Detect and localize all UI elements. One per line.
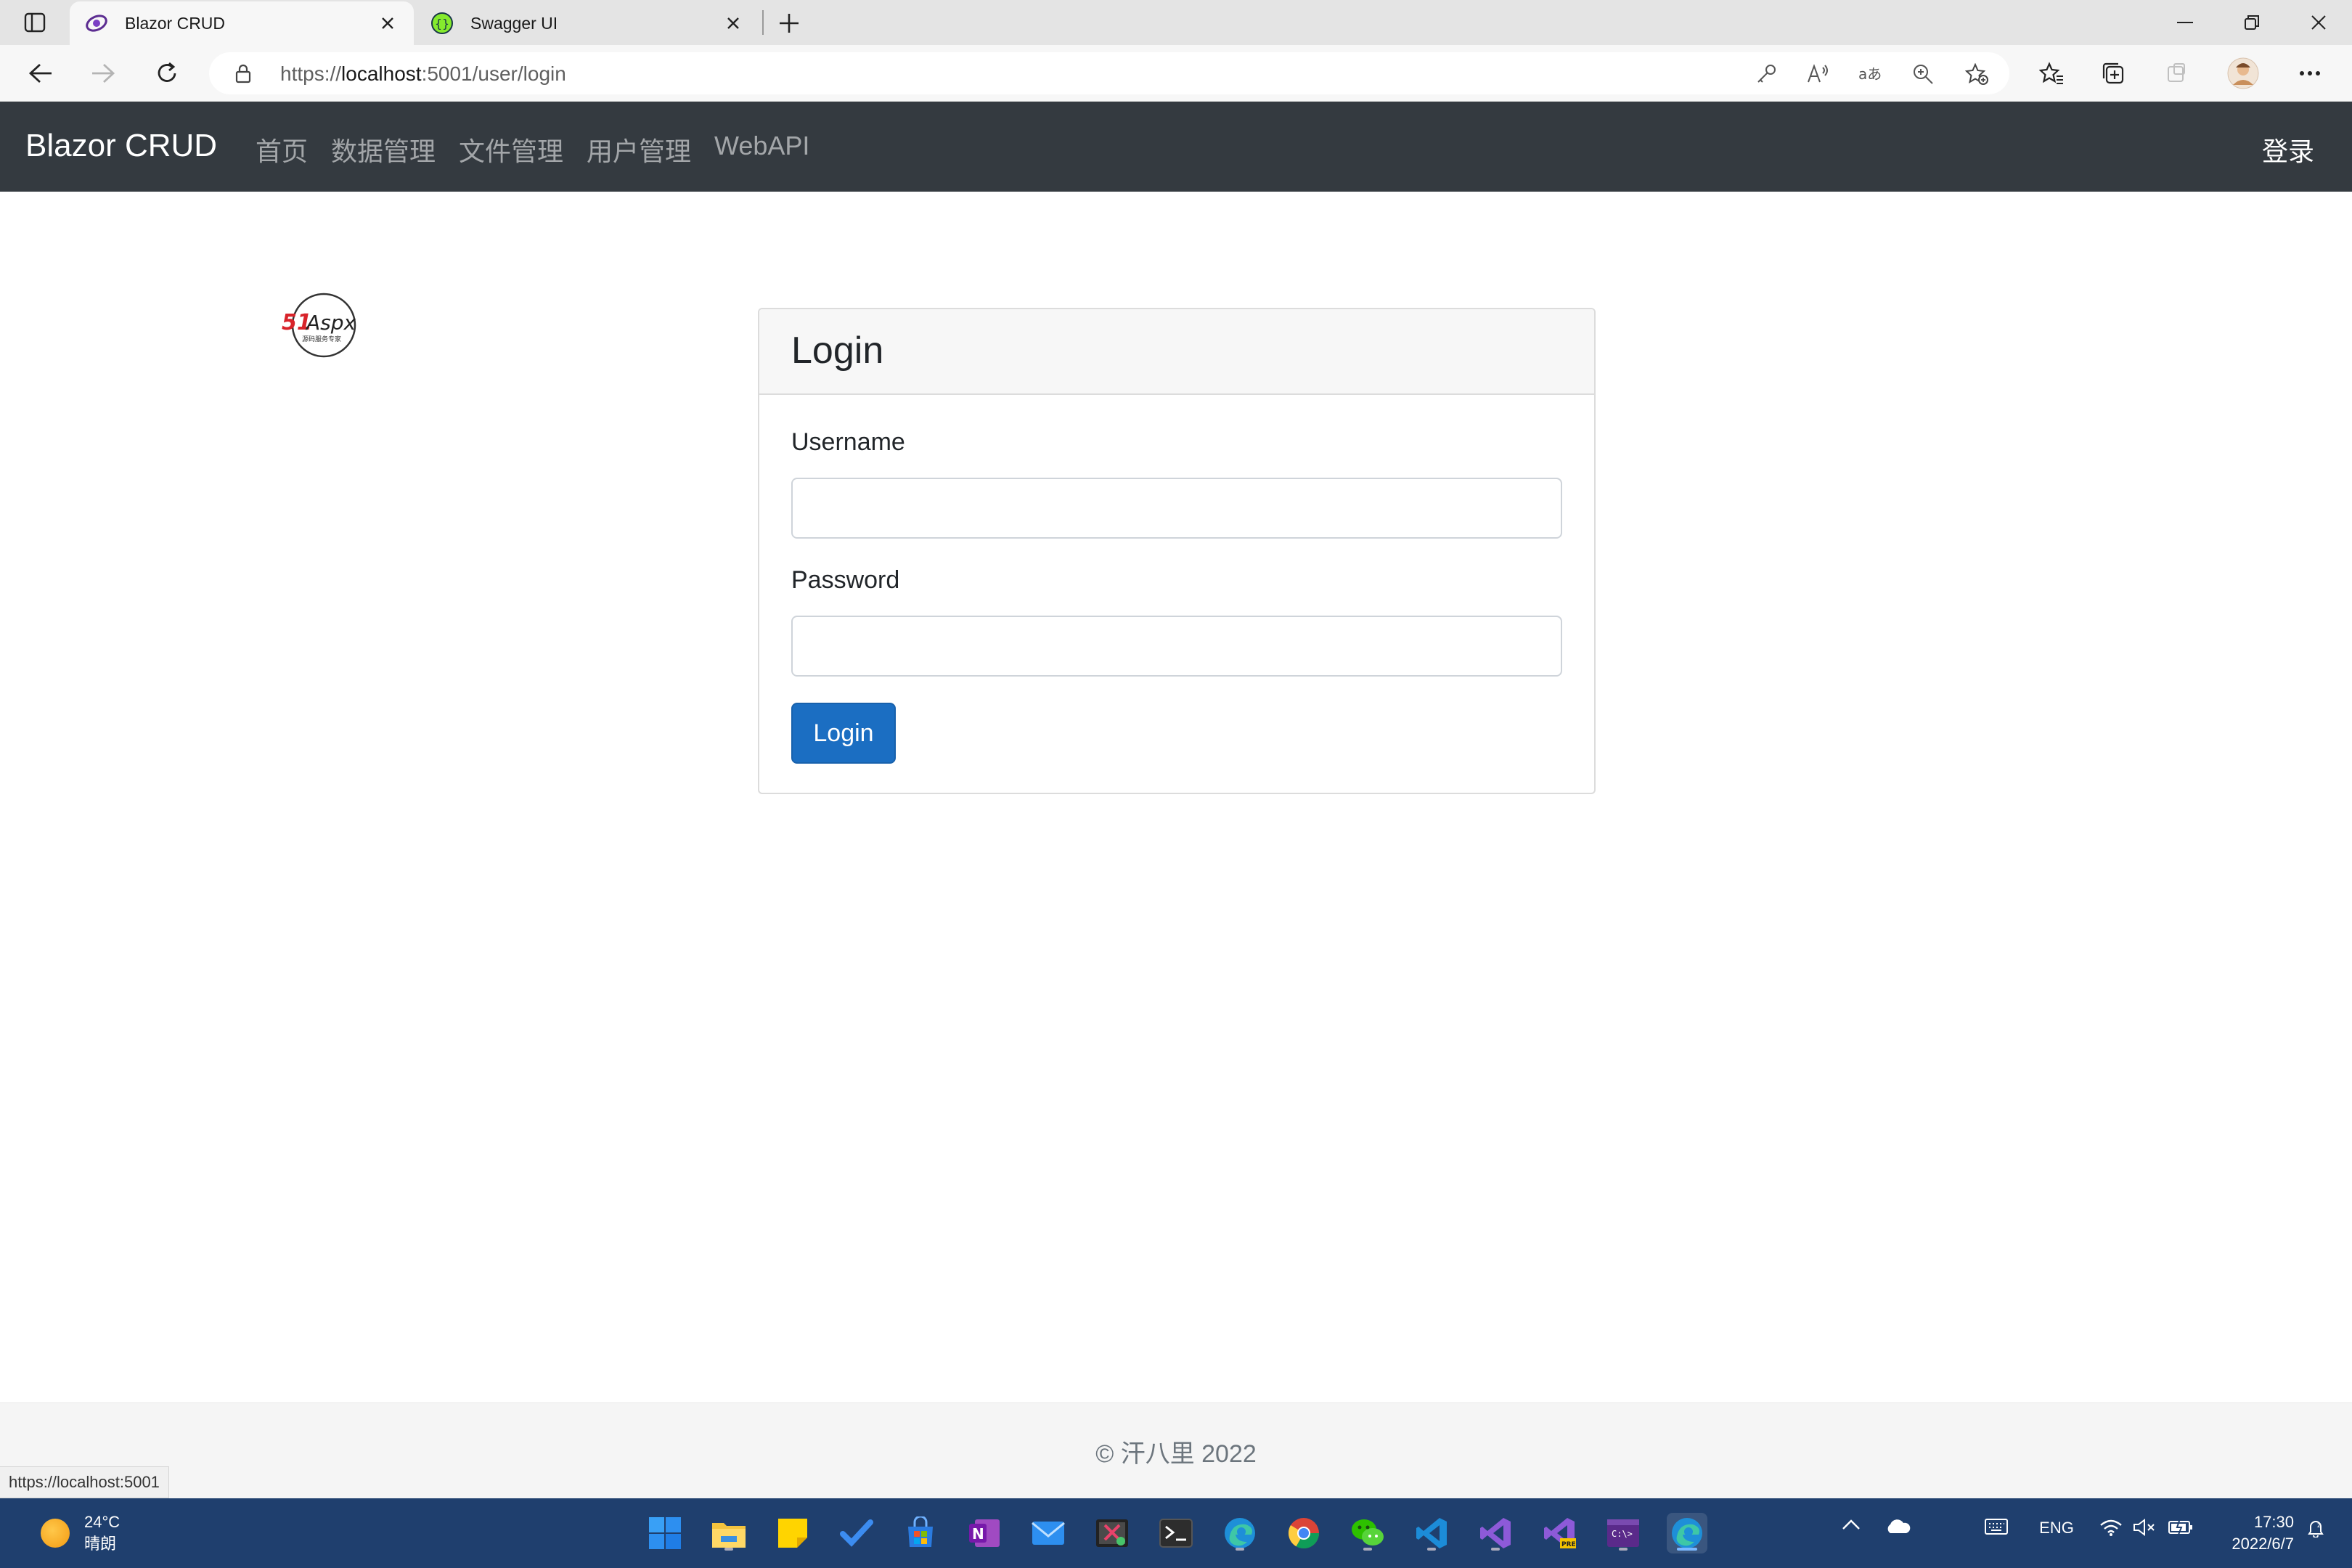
add-favorite-icon[interactable]	[1960, 60, 1993, 89]
zoom-icon[interactable]	[1906, 60, 1940, 89]
address-bar[interactable]: https://localhost:5001/user/login aあ	[209, 52, 2009, 94]
tab-actions-icon[interactable]	[17, 10, 52, 35]
chrome-icon[interactable]	[1283, 1513, 1324, 1553]
nav-login-link[interactable]: 登录	[2262, 131, 2314, 168]
forward-icon[interactable]	[84, 55, 122, 91]
windows-taskbar: 24°C 晴朗 N PRE C:\> ENG 17:30 2022/6/7 z	[0, 1498, 2352, 1568]
footer-copyright: © 汗八里 2022	[1095, 1440, 1257, 1468]
weather-description: 晴朗	[84, 1535, 117, 1553]
svg-text:{}: {}	[435, 17, 449, 30]
url-text[interactable]: https://localhost:5001/user/login	[280, 62, 566, 86]
password-label: Password	[791, 566, 900, 594]
nav-link-user-management[interactable]: 用户管理	[587, 131, 691, 168]
password-input[interactable]	[791, 616, 1562, 677]
extension-icon[interactable]	[2157, 55, 2195, 91]
key-icon[interactable]	[1749, 60, 1783, 89]
sticky-notes-icon[interactable]	[772, 1513, 813, 1553]
status-bar-url: https://localhost:5001	[0, 1466, 169, 1498]
read-aloud-icon[interactable]	[1802, 60, 1835, 89]
nav-link-file-management[interactable]: 文件管理	[459, 131, 563, 168]
sun-icon	[41, 1519, 70, 1548]
svg-text:PRE: PRE	[1561, 1541, 1576, 1548]
visual-studio-preview-icon[interactable]: PRE	[1539, 1513, 1580, 1553]
svg-text:Aspx: Aspx	[305, 311, 356, 335]
clock-date: 2022/6/7	[2231, 1535, 2294, 1553]
page-footer: © 汗八里 2022	[0, 1402, 2352, 1498]
system-clock[interactable]: 17:30 2022/6/7	[2214, 1511, 2294, 1555]
reload-icon[interactable]	[148, 55, 186, 91]
close-window-icon[interactable]	[2297, 6, 2340, 39]
tab-swagger-ui[interactable]: {} Swagger UI	[415, 1, 759, 45]
logo-subtext: 源码服务专家	[302, 335, 341, 343]
close-tab-icon[interactable]	[376, 12, 399, 35]
site-logo: 51 Aspx 源码服务专家	[279, 292, 369, 359]
file-explorer-icon[interactable]	[709, 1513, 749, 1553]
profile-avatar[interactable]	[2224, 55, 2262, 91]
login-button[interactable]: Login	[791, 703, 896, 764]
browser-toolbar: https://localhost:5001/user/login aあ	[0, 45, 2352, 102]
blazor-icon	[84, 11, 109, 36]
more-options-icon[interactable]	[2291, 55, 2329, 91]
translate-icon[interactable]: aあ	[1854, 60, 1887, 89]
snipping-tool-icon[interactable]	[1092, 1513, 1132, 1553]
nav-link-webapi[interactable]: WebAPI	[714, 131, 809, 161]
username-input[interactable]	[791, 478, 1562, 539]
nav-link-home[interactable]: 首页	[256, 131, 308, 168]
dev-console-icon[interactable]: C:\>	[1603, 1513, 1643, 1553]
onenote-icon[interactable]: N	[964, 1513, 1005, 1553]
svg-text:N: N	[972, 1525, 984, 1543]
edge-dev-icon[interactable]	[1220, 1513, 1260, 1553]
chevron-up-icon[interactable]	[1838, 1519, 1864, 1530]
notification-icon[interactable]: z	[2303, 1519, 2329, 1538]
back-icon[interactable]	[22, 55, 60, 91]
onedrive-icon[interactable]	[1883, 1519, 1912, 1535]
lock-icon[interactable]	[232, 62, 254, 84]
clock-time: 17:30	[2253, 1513, 2294, 1531]
wechat-icon[interactable]	[1347, 1513, 1388, 1553]
restore-icon[interactable]	[2230, 6, 2274, 39]
favorites-icon[interactable]	[2033, 55, 2070, 91]
close-tab-icon[interactable]	[722, 12, 745, 35]
start-icon[interactable]	[645, 1513, 685, 1553]
svg-text:C:\>: C:\>	[1612, 1529, 1633, 1539]
site-navbar: Blazor CRUD 首页 数据管理 文件管理 用户管理 WebAPI 登录	[0, 102, 2352, 192]
login-card: Login Username Password Login	[758, 308, 1596, 794]
terminal-icon[interactable]	[1156, 1513, 1196, 1553]
speaker-muted-icon[interactable]	[2131, 1519, 2157, 1536]
username-label: Username	[791, 428, 905, 456]
weather-widget[interactable]: 24°C 晴朗	[41, 1511, 120, 1555]
collections-icon[interactable]	[2095, 55, 2133, 91]
site-brand[interactable]: Blazor CRUD	[25, 128, 217, 164]
wifi-icon[interactable]	[2098, 1519, 2124, 1536]
tab-title: Blazor CRUD	[125, 13, 226, 33]
microsoft-store-icon[interactable]	[900, 1513, 941, 1553]
login-title: Login	[791, 330, 884, 372]
tab-blazor-crud[interactable]: Blazor CRUD	[70, 1, 414, 45]
login-card-header: Login	[759, 309, 1594, 395]
minimize-icon[interactable]	[2163, 6, 2207, 39]
visual-studio-icon[interactable]	[1475, 1513, 1516, 1553]
todo-icon[interactable]	[836, 1513, 877, 1553]
language-indicator[interactable]: ENG	[2033, 1519, 2081, 1538]
mail-icon[interactable]	[1028, 1513, 1069, 1553]
tab-title: Swagger UI	[470, 13, 558, 33]
battery-icon[interactable]	[2166, 1519, 2195, 1535]
weather-temperature: 24°C	[84, 1513, 121, 1531]
new-tab-icon[interactable]	[772, 9, 806, 38]
vscode-icon[interactable]	[1411, 1513, 1452, 1553]
tab-divider	[762, 10, 764, 35]
keyboard-icon[interactable]	[1982, 1519, 2011, 1535]
edge-icon[interactable]	[1667, 1513, 1707, 1553]
swagger-icon: {}	[430, 11, 454, 36]
svg-text:z: z	[2317, 1522, 2321, 1530]
browser-tab-strip: Blazor CRUD {} Swagger UI	[0, 0, 2352, 45]
svg-text:aあ: aあ	[1858, 65, 1882, 83]
nav-link-data-management[interactable]: 数据管理	[331, 131, 436, 168]
